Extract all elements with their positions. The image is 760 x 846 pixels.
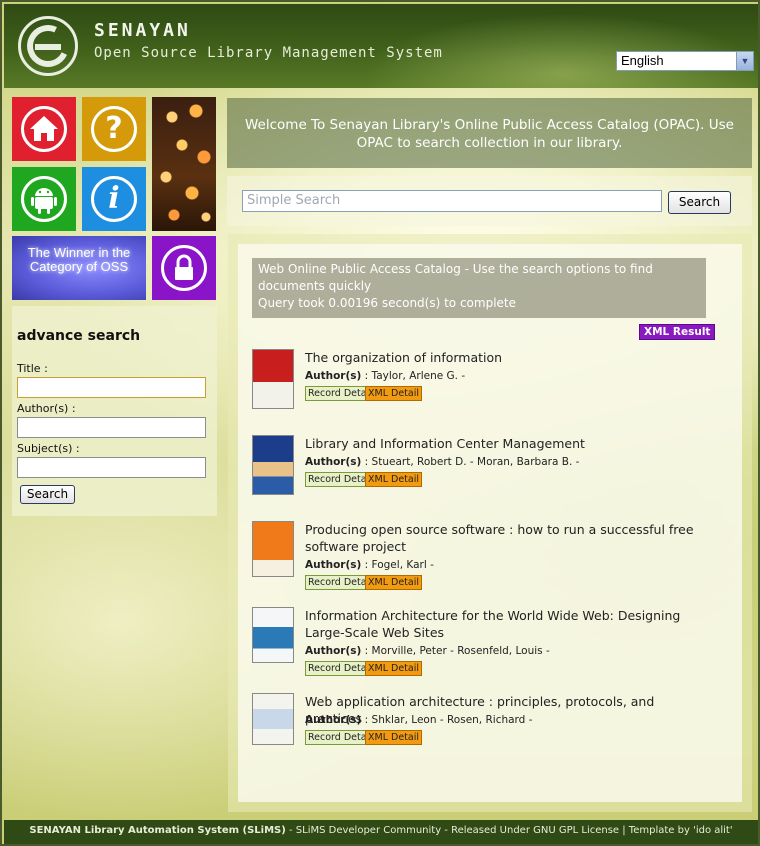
simple-search-input[interactable]: Simple Search bbox=[242, 190, 662, 212]
result-item: Library and Information Center Managemen… bbox=[252, 435, 722, 497]
result-authors: Author(s) : Taylor, Arlene G. - bbox=[305, 370, 465, 382]
book-cover-thumbnail[interactable] bbox=[252, 693, 294, 745]
results-panel: Web Online Public Access Catalog - Use t… bbox=[228, 234, 752, 812]
advance-search-heading: advance search bbox=[17, 328, 141, 344]
info-tile[interactable]: i bbox=[82, 167, 146, 231]
logo-bar bbox=[35, 44, 61, 50]
authors-input[interactable] bbox=[17, 417, 206, 438]
book-cover-thumbnail[interactable] bbox=[252, 607, 294, 663]
xml-detail-button[interactable]: XML Detail bbox=[365, 575, 423, 590]
result-item: Web application architecture : principle… bbox=[252, 693, 722, 755]
author-names: : Fogel, Karl - bbox=[361, 559, 434, 571]
subject-label: Subject(s) : bbox=[17, 442, 80, 455]
author-label: Author(s) bbox=[305, 714, 362, 726]
simple-search-bar: Simple Search Search bbox=[227, 176, 752, 226]
simple-search-button[interactable]: Search bbox=[668, 191, 731, 214]
results-inner: Web Online Public Access Catalog - Use t… bbox=[238, 244, 742, 802]
author-label: Author(s) bbox=[305, 456, 362, 468]
help-icon: ? bbox=[91, 106, 137, 152]
author-names: : Taylor, Arlene G. - bbox=[361, 370, 466, 382]
language-select[interactable]: English ▼ bbox=[616, 51, 754, 71]
advance-search-panel: advance search Title : Author(s) : Subje… bbox=[12, 306, 217, 516]
advance-search-button[interactable]: Search bbox=[20, 485, 75, 504]
author-label: Author(s) bbox=[305, 370, 362, 382]
xml-detail-button[interactable]: XML Detail bbox=[365, 730, 423, 745]
result-authors: Author(s) : Stueart, Robert D. - Moran, … bbox=[305, 456, 579, 468]
xml-detail-button[interactable]: XML Detail bbox=[365, 386, 423, 401]
query-time-line: Query took 0.00196 second(s) to complete bbox=[258, 296, 517, 310]
page-frame: SENAYAN Open Source Library Management S… bbox=[0, 0, 760, 846]
result-title[interactable]: Producing open source software : how to … bbox=[305, 521, 705, 555]
winner-oss-tile[interactable]: The Winner in the Category of OSS bbox=[12, 236, 146, 300]
home-icon bbox=[21, 106, 67, 152]
xml-detail-button[interactable]: XML Detail bbox=[365, 661, 423, 676]
lock-icon bbox=[161, 245, 207, 291]
opac-info-line: Web Online Public Access Catalog - Use t… bbox=[258, 262, 653, 293]
xml-detail-button[interactable]: XML Detail bbox=[365, 472, 423, 487]
android-icon bbox=[21, 176, 67, 222]
title-label: Title : bbox=[17, 362, 48, 375]
result-item: Producing open source software : how to … bbox=[252, 521, 722, 599]
subject-input[interactable] bbox=[17, 457, 206, 478]
authors-label: Author(s) : bbox=[17, 402, 76, 415]
author-names: : Shklar, Leon - Rosen, Richard - bbox=[361, 714, 533, 726]
opac-info-box: Web Online Public Access Catalog - Use t… bbox=[252, 258, 706, 318]
book-cover-thumbnail[interactable] bbox=[252, 435, 294, 495]
result-authors: Author(s) : Morville, Peter - Rosenfeld,… bbox=[305, 645, 550, 657]
footer-credits: - SLiMS Developer Community - Released U… bbox=[285, 825, 733, 836]
result-authors: Author(s) : Fogel, Karl - bbox=[305, 559, 434, 571]
result-title[interactable]: Information Architecture for the World W… bbox=[305, 607, 705, 641]
result-authors: Author(s) : Shklar, Leon - Rosen, Richar… bbox=[305, 714, 532, 726]
decorative-lights-tile bbox=[152, 97, 216, 231]
android-tile[interactable] bbox=[12, 167, 76, 231]
senayan-logo-icon[interactable] bbox=[18, 16, 78, 76]
book-cover-thumbnail[interactable] bbox=[252, 349, 294, 409]
title-input[interactable] bbox=[17, 377, 206, 398]
xml-result-link[interactable]: XML Result bbox=[639, 324, 716, 340]
author-label: Author(s) bbox=[305, 645, 362, 657]
footer: SENAYAN Library Automation System (SLiMS… bbox=[4, 820, 758, 844]
result-title[interactable]: The organization of information bbox=[305, 349, 705, 366]
book-cover-thumbnail[interactable] bbox=[252, 521, 294, 577]
brand-subtitle: Open Source Library Management System bbox=[94, 45, 443, 61]
header: SENAYAN Open Source Library Management S… bbox=[4, 4, 758, 88]
welcome-banner: Welcome To Senayan Library's Online Publ… bbox=[227, 98, 752, 168]
lock-tile[interactable] bbox=[152, 236, 216, 300]
brand-name: SENAYAN bbox=[94, 20, 191, 41]
info-icon: i bbox=[91, 176, 137, 222]
result-title[interactable]: Library and Information Center Managemen… bbox=[305, 435, 705, 452]
footer-system-name: SENAYAN Library Automation System (SLiMS… bbox=[29, 825, 286, 836]
author-names: : Stueart, Robert D. - Moran, Barbara B.… bbox=[361, 456, 580, 468]
chevron-down-icon[interactable]: ▼ bbox=[736, 52, 753, 70]
result-item: The organization of information Author(s… bbox=[252, 349, 722, 411]
author-label: Author(s) bbox=[305, 559, 362, 571]
author-names: : Morville, Peter - Rosenfeld, Louis - bbox=[361, 645, 550, 657]
help-tile[interactable]: ? bbox=[82, 97, 146, 161]
home-tile[interactable] bbox=[12, 97, 76, 161]
result-item: Information Architecture for the World W… bbox=[252, 607, 722, 685]
language-value: English bbox=[621, 53, 664, 68]
